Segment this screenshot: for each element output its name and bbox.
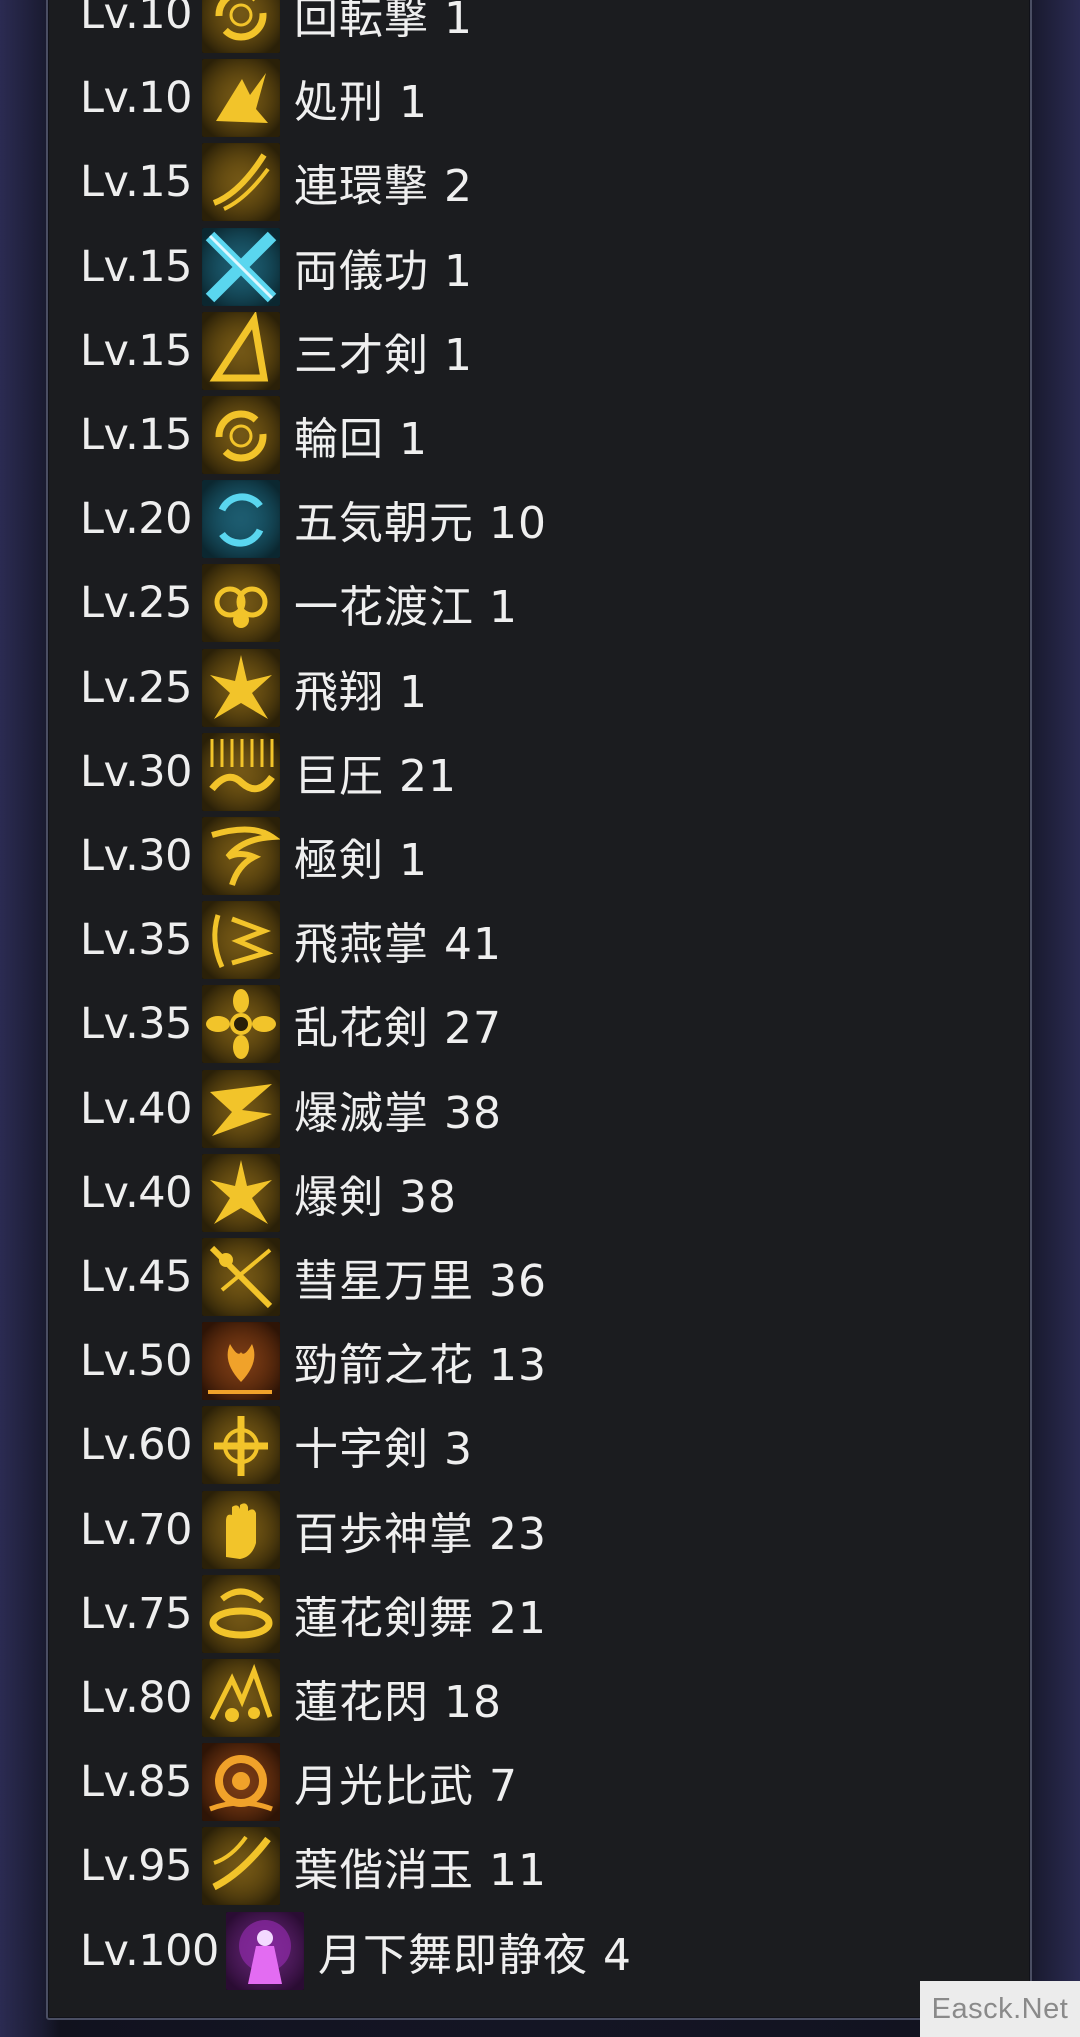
- skill-name: 五気朝元 10: [294, 498, 547, 550]
- skill-row: Lv.75 蓮花剣舞 21: [80, 1572, 547, 1656]
- energy-swirl-icon: [202, 480, 280, 559]
- skill-row: Lv.15 両儀功 1: [80, 225, 473, 309]
- skill-row: Lv.15 三才剣 1: [80, 309, 473, 393]
- watermark: Easck.Net: [920, 1981, 1080, 2037]
- flower-blade-icon: [202, 985, 280, 1064]
- whirlwind-blade-icon: [202, 817, 280, 895]
- skill-name: 輪回 1: [294, 414, 428, 465]
- skill-level: Lv.60: [80, 1420, 192, 1471]
- skill-row: Lv.45 彗星万里 36: [80, 1235, 547, 1319]
- skill-level: Lv.35: [80, 915, 192, 966]
- skill-name: 飛翔 1: [294, 666, 428, 718]
- skill-level: Lv.20: [80, 494, 192, 545]
- leaf-jade-icon: [202, 1827, 280, 1906]
- skill-row: Lv.60 十字剣 3: [80, 1403, 473, 1487]
- arrow-flower-icon: [202, 1322, 280, 1401]
- skill-name: 百歩神掌 23: [294, 1508, 547, 1560]
- skill-level: Lv.75: [80, 1588, 192, 1639]
- skill-level: Lv.40: [80, 1083, 192, 1134]
- skill-row: Lv.35 乱花剣 27: [80, 982, 502, 1066]
- triangle-blade-icon: [202, 311, 280, 390]
- skill-name: 乱花剣 27: [294, 1003, 502, 1055]
- skill-name: 両儀功 1: [294, 245, 473, 297]
- skill-name: 一花渡江 1: [294, 582, 518, 634]
- skill-row: Lv.95 葉偕消玉 11: [80, 1824, 547, 1908]
- skill-name: 蓮花剣舞 21: [294, 1592, 547, 1644]
- skill-list-panel: Lv.10 回転撃 1Lv.10 処刑 1Lv.15 連環撃 2Lv.15: [46, 0, 1032, 2020]
- skill-name: 回転撃 1: [294, 0, 473, 44]
- skill-row: Lv.30 極剣 1: [80, 814, 428, 898]
- skill-row: Lv.35 飛燕掌 41: [80, 898, 502, 982]
- skill-name: 月光比武 7: [294, 1761, 518, 1813]
- skill-row: Lv.85 月光比武 7: [80, 1740, 518, 1824]
- skill-row: Lv.25 一花渡江 1: [80, 561, 518, 645]
- comet-icon: [202, 1238, 280, 1316]
- skill-level: Lv.45: [80, 1252, 192, 1302]
- skill-row: Lv.40 爆滅掌 38: [80, 1067, 502, 1151]
- skill-level: Lv.25: [80, 578, 192, 629]
- skill-level: Lv.10: [80, 73, 192, 124]
- skill-row: Lv.30 巨圧 21: [80, 730, 457, 814]
- crossed-blades-icon: [202, 227, 280, 306]
- leap-burst-icon: [202, 648, 280, 727]
- skill-row: Lv.25 飛翔 1: [80, 646, 428, 730]
- skill-level: Lv.30: [80, 746, 192, 797]
- skill-row: Lv.80 蓮花閃 18: [80, 1656, 502, 1740]
- skill-level: Lv.15: [80, 410, 192, 460]
- skill-row: Lv.20 五気朝元 10: [80, 477, 547, 561]
- execution-icon: [202, 59, 280, 138]
- skill-level: Lv.10: [80, 0, 192, 39]
- skill-row: Lv.15 連環撃 2: [80, 140, 473, 224]
- skill-row: Lv.15 輪回 1: [80, 393, 428, 477]
- swallow-palm-icon: [202, 901, 280, 980]
- skill-name: 彗星万里 36: [294, 1256, 547, 1307]
- skill-level: Lv.15: [80, 241, 192, 292]
- skill-name: 十字剣 3: [294, 1424, 473, 1476]
- moonlight-duel-icon: [202, 1743, 280, 1822]
- skill-level: Lv.30: [80, 831, 192, 881]
- skill-row: Lv.50 勁箭之花 13: [80, 1319, 547, 1403]
- explosive-palm-icon: [202, 1069, 280, 1148]
- skill-level: Lv.100: [80, 1925, 219, 1976]
- skill-level: Lv.15: [80, 325, 192, 376]
- explosive-blade-icon: [202, 1153, 280, 1232]
- lotus-dance-icon: [202, 1574, 280, 1653]
- spin-strike-icon: [202, 0, 280, 53]
- skill-name: 爆剣 38: [294, 1171, 457, 1223]
- skill-name: 蓮花閃 18: [294, 1677, 502, 1728]
- skill-row: Lv.10 回転撃 1: [80, 0, 473, 56]
- skill-level: Lv.35: [80, 999, 192, 1050]
- lotus-flash-icon: [202, 1659, 280, 1737]
- skill-name: 極剣 1: [294, 835, 428, 886]
- skill-name: 月下舞即静夜 4: [318, 1929, 632, 1981]
- skill-name: 飛燕掌 41: [294, 919, 502, 971]
- skill-level: Lv.25: [80, 662, 192, 713]
- lotus-rings-icon: [202, 564, 280, 643]
- skill-level: Lv.15: [80, 157, 192, 208]
- cycle-ring-icon: [202, 396, 280, 474]
- crushing-press-icon: [202, 732, 280, 811]
- skill-level: Lv.50: [80, 1336, 192, 1387]
- moon-dance-night-icon: [226, 1911, 304, 1990]
- skill-row: Lv.70 百歩神掌 23: [80, 1488, 547, 1572]
- divine-palm-icon: [202, 1490, 280, 1569]
- skill-name: 巨圧 21: [294, 750, 457, 802]
- skill-level: Lv.95: [80, 1841, 192, 1892]
- skill-row: Lv.100 月下舞即静夜 4: [80, 1909, 632, 1993]
- skill-name: 勁箭之花 13: [294, 1340, 547, 1392]
- skill-name: 爆滅掌 38: [294, 1087, 502, 1139]
- cross-blade-icon: [202, 1406, 280, 1485]
- skill-name: 処刑 1: [294, 77, 428, 129]
- skill-level: Lv.70: [80, 1504, 192, 1555]
- skill-name: 葉偕消玉 11: [294, 1845, 547, 1897]
- skill-level: Lv.40: [80, 1167, 192, 1218]
- skill-level: Lv.85: [80, 1757, 192, 1808]
- skill-row: Lv.10 処刑 1: [80, 56, 428, 140]
- skill-name: 連環撃 2: [294, 161, 473, 213]
- skill-name: 三才剣 1: [294, 329, 473, 381]
- skill-row: Lv.40 爆剣 38: [80, 1151, 457, 1235]
- skill-level: Lv.80: [80, 1673, 192, 1723]
- chain-strike-icon: [202, 143, 280, 222]
